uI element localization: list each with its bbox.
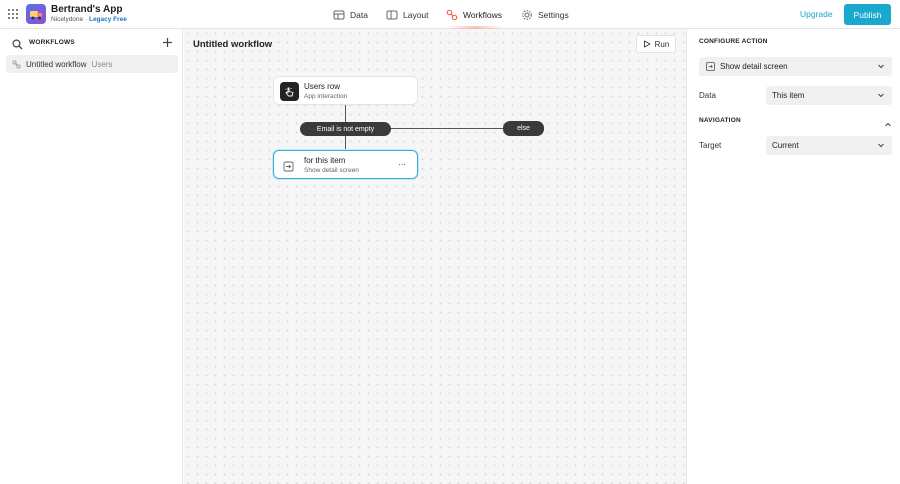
sidebar-item-workflow[interactable]: Untitled workflow Users: [6, 55, 178, 73]
nav-tab-settings[interactable]: Settings: [521, 0, 569, 29]
app-logo-icon[interactable]: [26, 4, 46, 24]
app-workspace-plan: Nicelydone · Legacy Free: [51, 16, 127, 23]
nav-tab-data[interactable]: Data: [333, 0, 368, 29]
plus-icon: [163, 38, 172, 47]
app-name[interactable]: Bertrand's App: [51, 4, 122, 15]
else-pill[interactable]: else: [503, 121, 544, 136]
connector-line: [345, 105, 346, 123]
action-select[interactable]: Show detail screen: [699, 57, 892, 76]
nav-tab-settings-label: Settings: [538, 9, 569, 20]
nav-tab-workflows-label: Workflows: [463, 9, 503, 20]
table-icon: [333, 9, 345, 21]
chevron-up-icon[interactable]: [884, 116, 892, 127]
configure-action-heading: CONFIGURE ACTION: [699, 38, 768, 45]
screen-arrow-icon: [706, 62, 715, 71]
target-select-value: Current: [772, 141, 799, 150]
navigation-heading: NAVIGATION: [699, 117, 741, 124]
run-button[interactable]: Run: [636, 35, 676, 53]
sidebar-title: WORKFLOWS: [29, 39, 75, 46]
workflow-icon: [12, 59, 21, 69]
connector-line-else: [390, 128, 511, 129]
chevron-down-icon: [877, 91, 885, 99]
nav-tab-workflows[interactable]: Workflows: [446, 0, 502, 29]
top-bar: Bertrand's App Nicelydone · Legacy Free …: [0, 0, 900, 29]
action-node[interactable]: for this item Show detail screen ···: [273, 150, 418, 179]
nav-tab-layout[interactable]: Layout: [386, 0, 429, 29]
publish-button[interactable]: Publish: [844, 4, 891, 25]
tap-icon: [280, 82, 299, 101]
trigger-subtitle: App interaction: [304, 93, 348, 100]
layout-icon: [386, 9, 398, 21]
action-subtitle: Show detail screen: [304, 167, 359, 174]
play-icon: [643, 40, 651, 48]
nav-tab-data-label: Data: [350, 9, 368, 20]
workflow-name: Untitled workflow: [26, 59, 87, 69]
configure-panel: CONFIGURE ACTION Show detail screen Data…: [686, 29, 900, 484]
target-select[interactable]: Current: [766, 136, 892, 155]
chevron-down-icon: [877, 141, 885, 149]
workflow-table: Users: [91, 59, 113, 69]
screen-arrow-icon: [283, 159, 294, 172]
data-select-value: This item: [772, 91, 805, 100]
search-icon[interactable]: [12, 37, 23, 50]
data-label: Data: [699, 91, 716, 100]
trigger-title: Users row: [304, 82, 341, 91]
workspace-name: Nicelydone: [51, 16, 84, 23]
data-select[interactable]: This item: [766, 86, 892, 105]
plan-link[interactable]: Legacy Free: [89, 16, 127, 23]
nav-tab-layout-label: Layout: [403, 9, 429, 20]
upgrade-button[interactable]: Upgrade: [800, 9, 833, 19]
workflow-icon: [446, 9, 458, 21]
add-workflow-button[interactable]: [162, 35, 173, 47]
trigger-node[interactable]: Users row App interaction: [273, 76, 418, 105]
connector-line: [345, 136, 346, 151]
action-select-value: Show detail screen: [720, 62, 788, 71]
separator: ·: [84, 16, 88, 23]
canvas-title[interactable]: Untitled workflow: [193, 39, 272, 50]
run-button-label: Run: [654, 39, 670, 49]
apps-grid-icon[interactable]: [8, 9, 18, 19]
workflows-sidebar: WORKFLOWS Untitled workflow Users: [0, 29, 183, 484]
workflow-canvas[interactable]: Untitled workflow Run Users row App inte…: [184, 29, 686, 484]
gear-icon: [521, 9, 533, 21]
more-icon[interactable]: ···: [398, 159, 406, 169]
target-label: Target: [699, 141, 722, 150]
condition-pill[interactable]: Email is not empty: [300, 122, 391, 136]
action-title: for this item: [304, 156, 346, 165]
chevron-down-icon: [877, 62, 885, 70]
